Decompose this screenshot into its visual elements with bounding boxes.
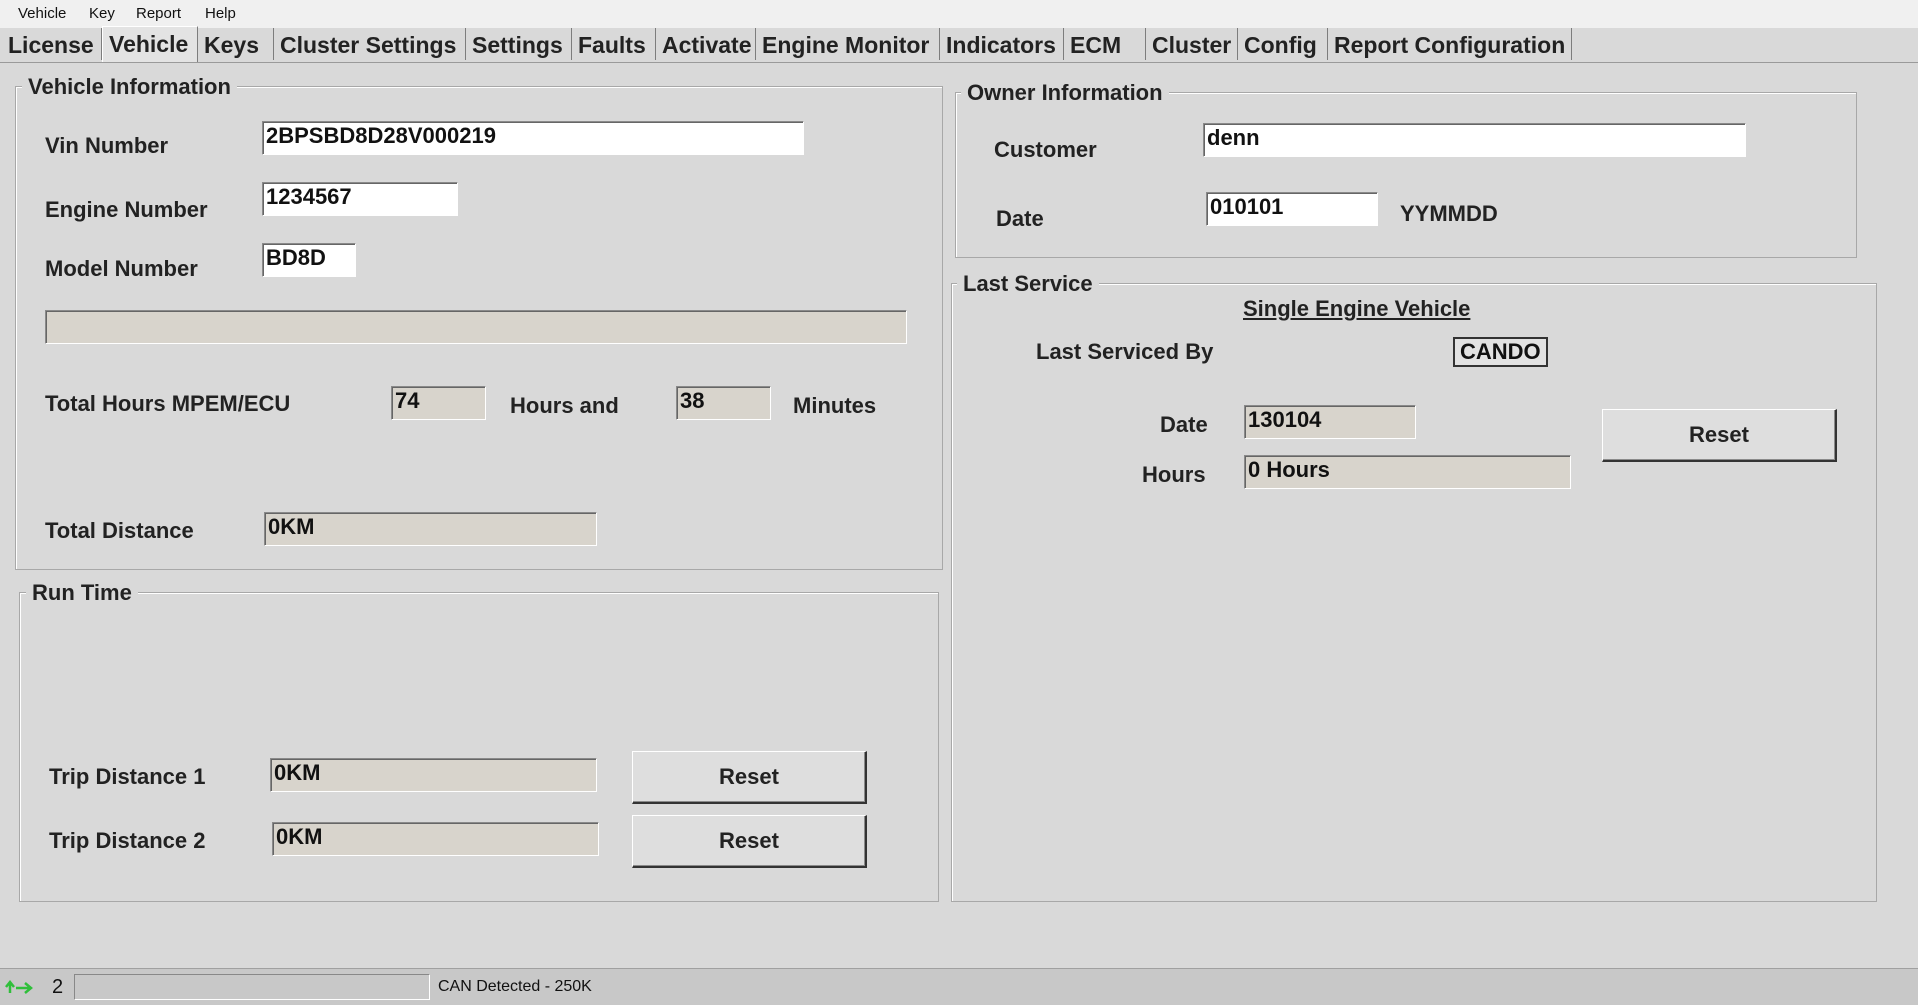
total-hours-field: 74: [391, 386, 486, 420]
tab-engine-monitor[interactable]: Engine Monitor: [756, 28, 940, 60]
hours-and-label: Hours and: [510, 393, 619, 418]
engine-number-label: Engine Number: [45, 197, 208, 222]
total-distance-label: Total Distance: [45, 518, 194, 543]
total-minutes-field: 38: [676, 386, 771, 420]
tab-indicators[interactable]: Indicators: [940, 28, 1064, 60]
last-service-reset-button[interactable]: Reset: [1602, 409, 1837, 462]
menu-vehicle[interactable]: Vehicle: [18, 5, 66, 22]
tab-license[interactable]: License: [2, 28, 102, 60]
trip-distance-1-field: 0KM: [270, 758, 597, 792]
tab-cluster[interactable]: Cluster: [1146, 28, 1238, 60]
trip-distance-1-label: Trip Distance 1: [49, 764, 206, 789]
last-serviced-by-label: Last Serviced By: [1036, 339, 1214, 364]
menu-report[interactable]: Report: [136, 5, 181, 22]
connection-arrows-icon: [5, 979, 33, 994]
date-format-label: YYMMDD: [1400, 201, 1498, 226]
trip-2-reset-button[interactable]: Reset: [632, 815, 867, 868]
model-number-field[interactable]: BD8D: [262, 243, 356, 277]
total-hours-label: Total Hours MPEM/ECU: [45, 391, 291, 416]
trip-distance-2-field: 0KM: [272, 822, 599, 856]
serviced-by-value: CANDO: [1453, 337, 1548, 367]
service-date-field: 130104: [1244, 405, 1416, 439]
minutes-label: Minutes: [793, 393, 877, 418]
owner-information-title: Owner Information: [961, 80, 1169, 106]
vehicle-information-title: Vehicle Information: [22, 74, 237, 100]
tab-activate[interactable]: Activate: [656, 28, 756, 60]
tab-cluster-settings[interactable]: Cluster Settings: [274, 28, 466, 60]
trip-1-reset-button[interactable]: Reset: [632, 751, 867, 804]
service-hours-field: 0 Hours: [1244, 455, 1571, 489]
owner-information-group: [955, 92, 1857, 258]
tab-vehicle[interactable]: Vehicle: [102, 26, 198, 62]
model-description-field: [45, 310, 907, 344]
menu-key[interactable]: Key: [89, 5, 115, 22]
tab-report-configuration[interactable]: Report Configuration: [1328, 28, 1572, 60]
vin-label: Vin Number: [45, 133, 169, 158]
engine-number-field[interactable]: 1234567: [262, 182, 458, 216]
tab-faults[interactable]: Faults: [572, 28, 656, 60]
tab-ecm[interactable]: ECM: [1064, 28, 1146, 60]
status-indicator-number: 2: [52, 976, 64, 998]
status-message: CAN Detected - 250K: [438, 978, 592, 995]
customer-label: Customer: [994, 137, 1097, 162]
tab-keys[interactable]: Keys: [198, 28, 274, 60]
trip-distance-2-label: Trip Distance 2: [49, 828, 206, 853]
menu-help[interactable]: Help: [205, 5, 236, 22]
total-distance-field: 0KM: [264, 512, 597, 546]
tab-settings[interactable]: Settings: [466, 28, 572, 60]
tab-config[interactable]: Config: [1238, 28, 1328, 60]
status-bar: 2 CAN Detected - 250K: [0, 968, 1918, 1005]
service-hours-label: Hours: [1142, 462, 1206, 487]
customer-field[interactable]: denn: [1203, 123, 1746, 157]
owner-date-field[interactable]: 010101: [1206, 192, 1378, 226]
menu-bar: Vehicle Key Report Help: [0, 0, 1918, 28]
single-engine-vehicle-link[interactable]: Single Engine Vehicle: [1243, 296, 1470, 322]
run-time-title: Run Time: [26, 580, 138, 606]
service-date-label: Date: [1160, 412, 1208, 437]
vin-field[interactable]: 2BPSBD8D28V000219: [262, 121, 804, 155]
model-number-label: Model Number: [45, 256, 198, 281]
last-service-title: Last Service: [957, 271, 1099, 297]
owner-date-label: Date: [996, 206, 1044, 231]
last-service-group: [951, 283, 1877, 902]
status-progress-panel: [74, 974, 430, 1000]
